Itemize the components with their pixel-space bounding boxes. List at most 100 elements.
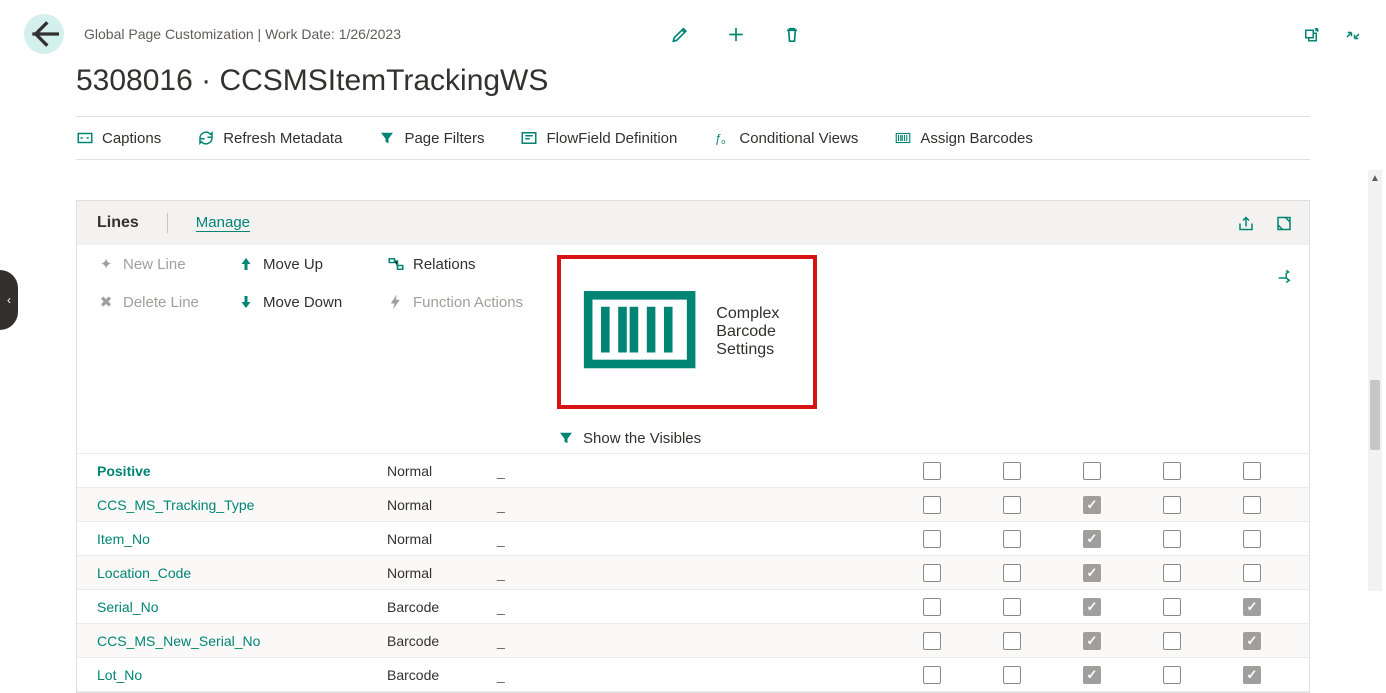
popout-icon[interactable] [1302, 24, 1320, 47]
checkbox[interactable] [1243, 632, 1261, 650]
add-icon[interactable] [726, 22, 746, 47]
checkbox[interactable] [923, 462, 941, 480]
function-actions-label: Function Actions [413, 294, 523, 311]
checkbox[interactable] [1003, 530, 1021, 548]
scroll-up-icon[interactable]: ▲ [1368, 170, 1382, 186]
flowfield-icon [520, 129, 538, 147]
page-filters-label: Page Filters [404, 130, 484, 147]
captions-action[interactable]: Captions [76, 129, 161, 147]
row-value: _ [497, 633, 767, 649]
table-row[interactable]: CCS_MS_Tracking_TypeNormal_ [77, 488, 1309, 522]
checkbox[interactable] [1003, 462, 1021, 480]
checkbox[interactable] [1083, 564, 1101, 582]
new-line-label: New Line [123, 256, 186, 273]
edit-icon[interactable] [670, 22, 690, 47]
share-icon[interactable] [1237, 212, 1255, 235]
checkbox[interactable] [1003, 598, 1021, 616]
checkbox[interactable] [1083, 496, 1101, 514]
row-field-name[interactable]: CCS_MS_New_Serial_No [97, 633, 387, 649]
checkbox[interactable] [1163, 564, 1181, 582]
vertical-scrollbar[interactable]: ▲ [1368, 170, 1382, 591]
checkbox[interactable] [1003, 564, 1021, 582]
row-field-name[interactable]: Positive [97, 463, 387, 479]
show-visibles-button[interactable]: Show the Visibles [557, 429, 817, 447]
checkbox[interactable] [1163, 462, 1181, 480]
move-up-label: Move Up [263, 256, 323, 273]
move-up-button[interactable]: Move Up [237, 255, 387, 273]
table-row[interactable]: Location_CodeNormal_ [77, 556, 1309, 590]
back-button[interactable] [24, 14, 64, 54]
checkbox[interactable] [1243, 564, 1261, 582]
collapse-icon[interactable] [1344, 24, 1362, 47]
row-checks [923, 666, 1289, 684]
assign-barcodes-action[interactable]: Assign Barcodes [894, 129, 1033, 147]
row-field-name[interactable]: Lot_No [97, 667, 387, 683]
table-row[interactable]: Serial_NoBarcode_ [77, 590, 1309, 624]
checkbox[interactable] [923, 632, 941, 650]
checkbox[interactable] [1003, 666, 1021, 684]
delete-icon[interactable] [782, 22, 802, 47]
checkbox[interactable] [1083, 632, 1101, 650]
checkbox[interactable] [1003, 632, 1021, 650]
flowfield-action[interactable]: FlowField Definition [520, 129, 677, 147]
row-type: Barcode [387, 667, 497, 683]
relations-button[interactable]: Relations [387, 255, 557, 273]
checkbox[interactable] [1243, 666, 1261, 684]
row-checks [923, 564, 1289, 582]
scroll-thumb[interactable] [1370, 380, 1380, 450]
row-field-name[interactable]: Item_No [97, 531, 387, 547]
row-field-name[interactable]: CCS_MS_Tracking_Type [97, 497, 387, 513]
flowfield-label: FlowField Definition [546, 130, 677, 147]
checkbox[interactable] [1163, 666, 1181, 684]
checkbox[interactable] [1163, 496, 1181, 514]
row-checks [923, 598, 1289, 616]
checkbox[interactable] [1243, 496, 1261, 514]
barcode-settings-icon [571, 261, 708, 403]
arrow-up-icon [237, 255, 255, 273]
checkbox[interactable] [1083, 666, 1101, 684]
page-filters-action[interactable]: Page Filters [378, 129, 484, 147]
checkbox[interactable] [923, 530, 941, 548]
table-row[interactable]: CCS_MS_New_Serial_NoBarcode_ [77, 624, 1309, 658]
page-title: 5308016 · CCSMSItemTrackingWS [0, 60, 1386, 116]
expand-icon[interactable] [1275, 212, 1293, 235]
row-checks [923, 632, 1289, 650]
move-down-button[interactable]: Move Down [237, 293, 387, 311]
checkbox[interactable] [1083, 598, 1101, 616]
checkbox[interactable] [1163, 530, 1181, 548]
row-field-name[interactable]: Location_Code [97, 565, 387, 581]
checkbox[interactable] [1243, 598, 1261, 616]
table-row[interactable]: PositiveNormal_ [77, 454, 1309, 488]
relations-label: Relations [413, 256, 476, 273]
checkbox[interactable] [923, 598, 941, 616]
refresh-action[interactable]: Refresh Metadata [197, 129, 342, 147]
checkbox[interactable] [1083, 530, 1101, 548]
table-row[interactable]: Item_NoNormal_ [77, 522, 1309, 556]
separator [167, 213, 168, 233]
side-nav-tab[interactable]: ‹ [0, 270, 18, 330]
complex-barcode-button[interactable]: Complex Barcode Settings [557, 255, 817, 409]
content-area: Lines Manage ✦New Line ✖Delete Line Move… [76, 200, 1310, 693]
checkbox[interactable] [1083, 462, 1101, 480]
arrow-left-icon [24, 14, 64, 54]
refresh-label: Refresh Metadata [223, 130, 342, 147]
checkbox[interactable] [1163, 632, 1181, 650]
pin-icon[interactable] [1275, 269, 1293, 292]
manage-link[interactable]: Manage [196, 214, 250, 232]
checkbox[interactable] [1003, 496, 1021, 514]
function-actions-button[interactable]: Function Actions [387, 293, 557, 311]
relations-icon [387, 255, 405, 273]
conditional-views-action[interactable]: ƒoConditional Views [713, 129, 858, 147]
row-field-name[interactable]: Serial_No [97, 599, 387, 615]
captions-icon [76, 129, 94, 147]
checkbox[interactable] [923, 564, 941, 582]
checkbox[interactable] [1243, 462, 1261, 480]
checkbox[interactable] [1163, 598, 1181, 616]
checkbox[interactable] [923, 496, 941, 514]
new-line-button[interactable]: ✦New Line [97, 255, 237, 273]
delete-line-button[interactable]: ✖Delete Line [97, 293, 237, 311]
checkbox[interactable] [1243, 530, 1261, 548]
svg-text:o: o [722, 137, 726, 146]
checkbox[interactable] [923, 666, 941, 684]
table-row[interactable]: Lot_NoBarcode_ [77, 658, 1309, 692]
